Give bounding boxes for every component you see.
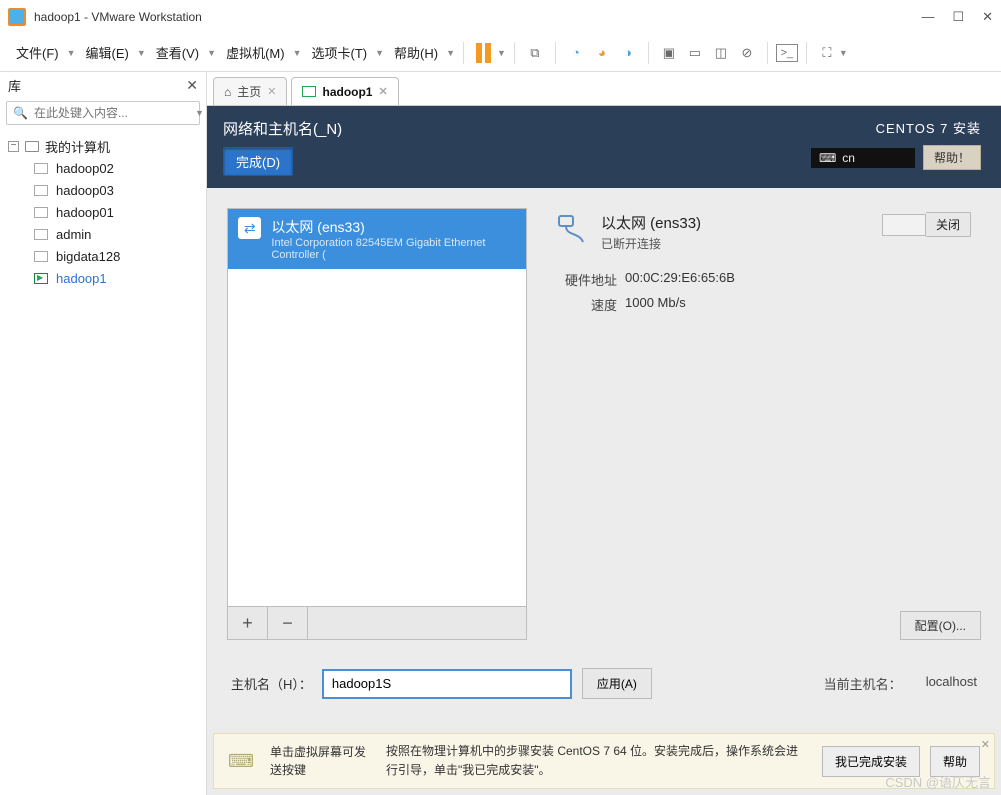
add-interface-button[interactable]: + — [228, 607, 268, 639]
computer-icon — [25, 141, 39, 152]
send-ctrl-alt-del-icon[interactable]: ⧉ — [523, 41, 547, 65]
ethernet-large-icon — [553, 212, 589, 248]
library-search[interactable]: 🔍 ▼ — [6, 101, 200, 125]
current-hostname-value: localhost — [926, 674, 977, 693]
collapse-icon[interactable]: − — [8, 141, 19, 152]
tip-text-2: 按照在物理计算机中的步骤安装 CentOS 7 64 位。安装完成后，操作系统会… — [386, 742, 806, 780]
apply-button[interactable]: 应用(A) — [582, 668, 652, 699]
search-icon: 🔍 — [13, 106, 28, 120]
ethernet-icon: ⇄ — [238, 217, 261, 239]
tree-root-label: 我的计算机 — [45, 137, 110, 156]
tip-close-icon[interactable]: ✕ — [981, 738, 990, 751]
product-label: CENTOS 7 安装 — [876, 118, 981, 137]
tree-item-admin[interactable]: admin — [4, 223, 202, 245]
menu-tabs[interactable]: 选项卡(T) — [303, 39, 375, 66]
vm-icon — [34, 185, 48, 196]
menu-vm[interactable]: 虚拟机(M) — [218, 39, 293, 66]
network-list: ⇄ 以太网 (ens33) Intel Corporation 82545EM … — [227, 208, 527, 607]
network-item-ens33[interactable]: ⇄ 以太网 (ens33) Intel Corporation 82545EM … — [228, 209, 526, 269]
tab-home[interactable]: ⌂ 主页 ✕ — [213, 77, 287, 105]
configure-button[interactable]: 配置(O)... — [900, 611, 981, 640]
maximize-button[interactable]: ☐ — [952, 9, 964, 25]
done-button[interactable]: 完成(D) — [223, 147, 293, 176]
fullscreen-icon[interactable]: ⛶ — [815, 41, 839, 65]
speed-value: 1000 Mb/s — [625, 295, 686, 314]
menu-help[interactable]: 帮助(H) — [386, 39, 446, 66]
keyboard-icon: ⌨ — [819, 151, 836, 165]
detail-status: 已断开连接 — [601, 235, 701, 252]
vm-running-icon — [34, 273, 48, 284]
hw-address: 00:0C:29:E6:65:6B — [625, 270, 735, 289]
hostname-label: 主机名（H）： — [231, 674, 312, 693]
page-title: 网络和主机名(_N) — [223, 118, 342, 139]
layout2-icon[interactable]: ▭ — [683, 41, 707, 65]
close-button[interactable]: ✕ — [982, 9, 993, 25]
manage-snapshot-icon[interactable]: ◑ — [616, 41, 640, 65]
menu-edit[interactable]: 编辑(E) — [78, 39, 137, 66]
tip-text-1: 单击虚拟屏幕可发送按键 — [270, 743, 370, 779]
install-tip-bar: ⌨ 单击虚拟屏幕可发送按键 按照在物理计算机中的步骤安装 CentOS 7 64… — [213, 733, 995, 789]
library-close-icon[interactable]: ✕ — [186, 77, 198, 94]
keyboard-icon: ⌨ — [228, 751, 254, 772]
tree-item-hadoop1[interactable]: hadoop1 — [4, 267, 202, 289]
tree-item-hadoop03[interactable]: hadoop03 — [4, 179, 202, 201]
tree-item-bigdata128[interactable]: bigdata128 — [4, 245, 202, 267]
vm-icon — [34, 229, 48, 240]
tab-close-icon[interactable]: ✕ — [267, 85, 276, 98]
vm-icon — [34, 163, 48, 174]
tab-hadoop1[interactable]: hadoop1 ✕ — [291, 77, 398, 105]
remove-interface-button[interactable]: − — [268, 607, 308, 639]
hostname-input[interactable] — [322, 669, 572, 699]
current-hostname-label: 当前主机名： — [824, 674, 902, 693]
minimize-button[interactable]: — — [921, 9, 934, 25]
search-input[interactable] — [34, 106, 189, 120]
help-button[interactable]: 帮助！ — [923, 145, 981, 170]
vmware-logo-icon — [8, 8, 26, 26]
tree-item-hadoop01[interactable]: hadoop01 — [4, 201, 202, 223]
detail-name: 以太网 (ens33) — [601, 212, 701, 233]
console-icon[interactable]: >_ — [776, 44, 798, 62]
tab-close-icon[interactable]: ✕ — [378, 85, 387, 98]
vm-running-icon — [302, 86, 316, 97]
tree-item-hadoop02[interactable]: hadoop02 — [4, 157, 202, 179]
snapshot-icon[interactable]: ◔ — [564, 41, 588, 65]
watermark: CSDN @语仄无言 — [885, 772, 991, 791]
layout3-icon[interactable]: ◫ — [709, 41, 733, 65]
tree-root[interactable]: − 我的计算机 — [4, 135, 202, 157]
revert-icon[interactable]: ◕ — [590, 41, 614, 65]
menu-file[interactable]: 文件(F) — [8, 39, 67, 66]
library-label: 库 — [8, 76, 21, 95]
pause-icon[interactable] — [476, 43, 491, 63]
vm-icon — [34, 251, 48, 262]
keyboard-layout[interactable]: ⌨ cn — [811, 148, 915, 168]
menu-view[interactable]: 查看(V) — [148, 39, 207, 66]
vm-icon — [34, 207, 48, 218]
connection-toggle[interactable]: 关闭 — [882, 212, 971, 237]
layout4-icon[interactable]: ⊘ — [735, 41, 759, 65]
search-dropdown-icon[interactable]: ▼ — [195, 108, 204, 118]
layout1-icon[interactable]: ▣ — [657, 41, 681, 65]
window-title: hadoop1 - VMware Workstation — [34, 10, 202, 24]
home-icon: ⌂ — [224, 85, 231, 99]
